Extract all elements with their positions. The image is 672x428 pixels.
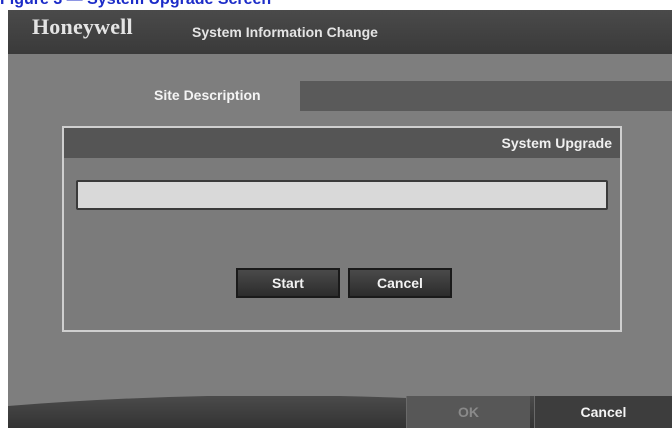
ok-button[interactable]: OK xyxy=(406,396,530,428)
dialog-cancel-button[interactable]: Cancel xyxy=(348,268,452,298)
bottom-bar: OK Cancel xyxy=(8,396,672,428)
site-description-field[interactable] xyxy=(300,81,672,111)
window-title: System Information Change xyxy=(192,24,378,40)
figure-caption: Figure 3 — System Upgrade Screen xyxy=(0,0,672,10)
cancel-button[interactable]: Cancel xyxy=(534,396,672,428)
figure-caption-text: Figure 3 — System Upgrade Screen xyxy=(0,0,271,9)
title-bar: Honeywell System Information Change xyxy=(8,10,672,54)
system-info-window: Honeywell System Information Change Site… xyxy=(8,10,672,428)
site-description-label: Site Description xyxy=(154,87,261,103)
system-upgrade-dialog: System Upgrade Start Cancel xyxy=(62,126,622,332)
dialog-title: System Upgrade xyxy=(501,135,612,151)
dialog-header: System Upgrade xyxy=(64,128,620,158)
upgrade-progress-bar xyxy=(76,180,608,210)
start-button[interactable]: Start xyxy=(236,268,340,298)
honeywell-logo: Honeywell xyxy=(32,14,133,39)
